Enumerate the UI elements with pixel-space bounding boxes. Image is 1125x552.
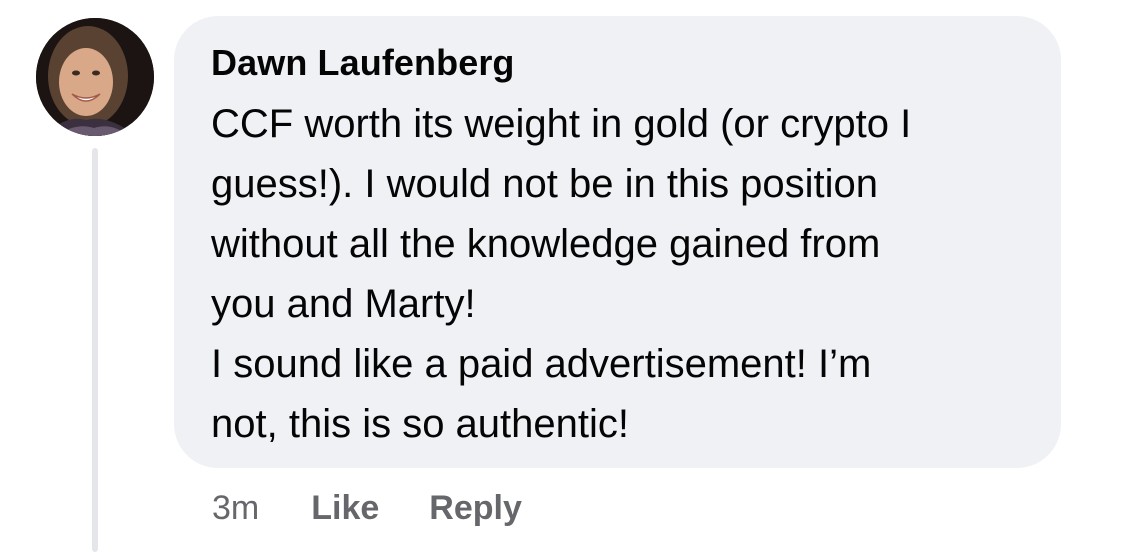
comment-text-line: guess!). I would not be in this position <box>211 162 879 206</box>
comment-text-line: I sound like a paid advertisement! I’m <box>211 342 872 386</box>
comment-timestamp[interactable]: 3m <box>212 489 259 528</box>
comment-thread: Dawn Laufenberg CCF worth its weight in … <box>0 0 1125 552</box>
comment-text: CCF worth its weight in gold (or crypto … <box>211 94 1025 454</box>
like-button[interactable]: Like <box>311 489 379 528</box>
reply-button[interactable]: Reply <box>429 489 522 528</box>
comment-bubble: Dawn Laufenberg CCF worth its weight in … <box>174 16 1061 468</box>
comment-text-line: not, this is so authentic! <box>211 402 630 446</box>
comment-text-line: you and Marty! <box>211 282 476 326</box>
comment-text-line: CCF worth its weight in gold (or crypto … <box>211 102 912 146</box>
avatar[interactable] <box>36 18 154 136</box>
comment-actions: 3m Like Reply <box>212 486 572 530</box>
comment-author[interactable]: Dawn Laufenberg <box>211 42 1025 84</box>
comment-text-line: without all the knowledge gained from <box>211 222 881 266</box>
thread-line <box>92 148 98 552</box>
